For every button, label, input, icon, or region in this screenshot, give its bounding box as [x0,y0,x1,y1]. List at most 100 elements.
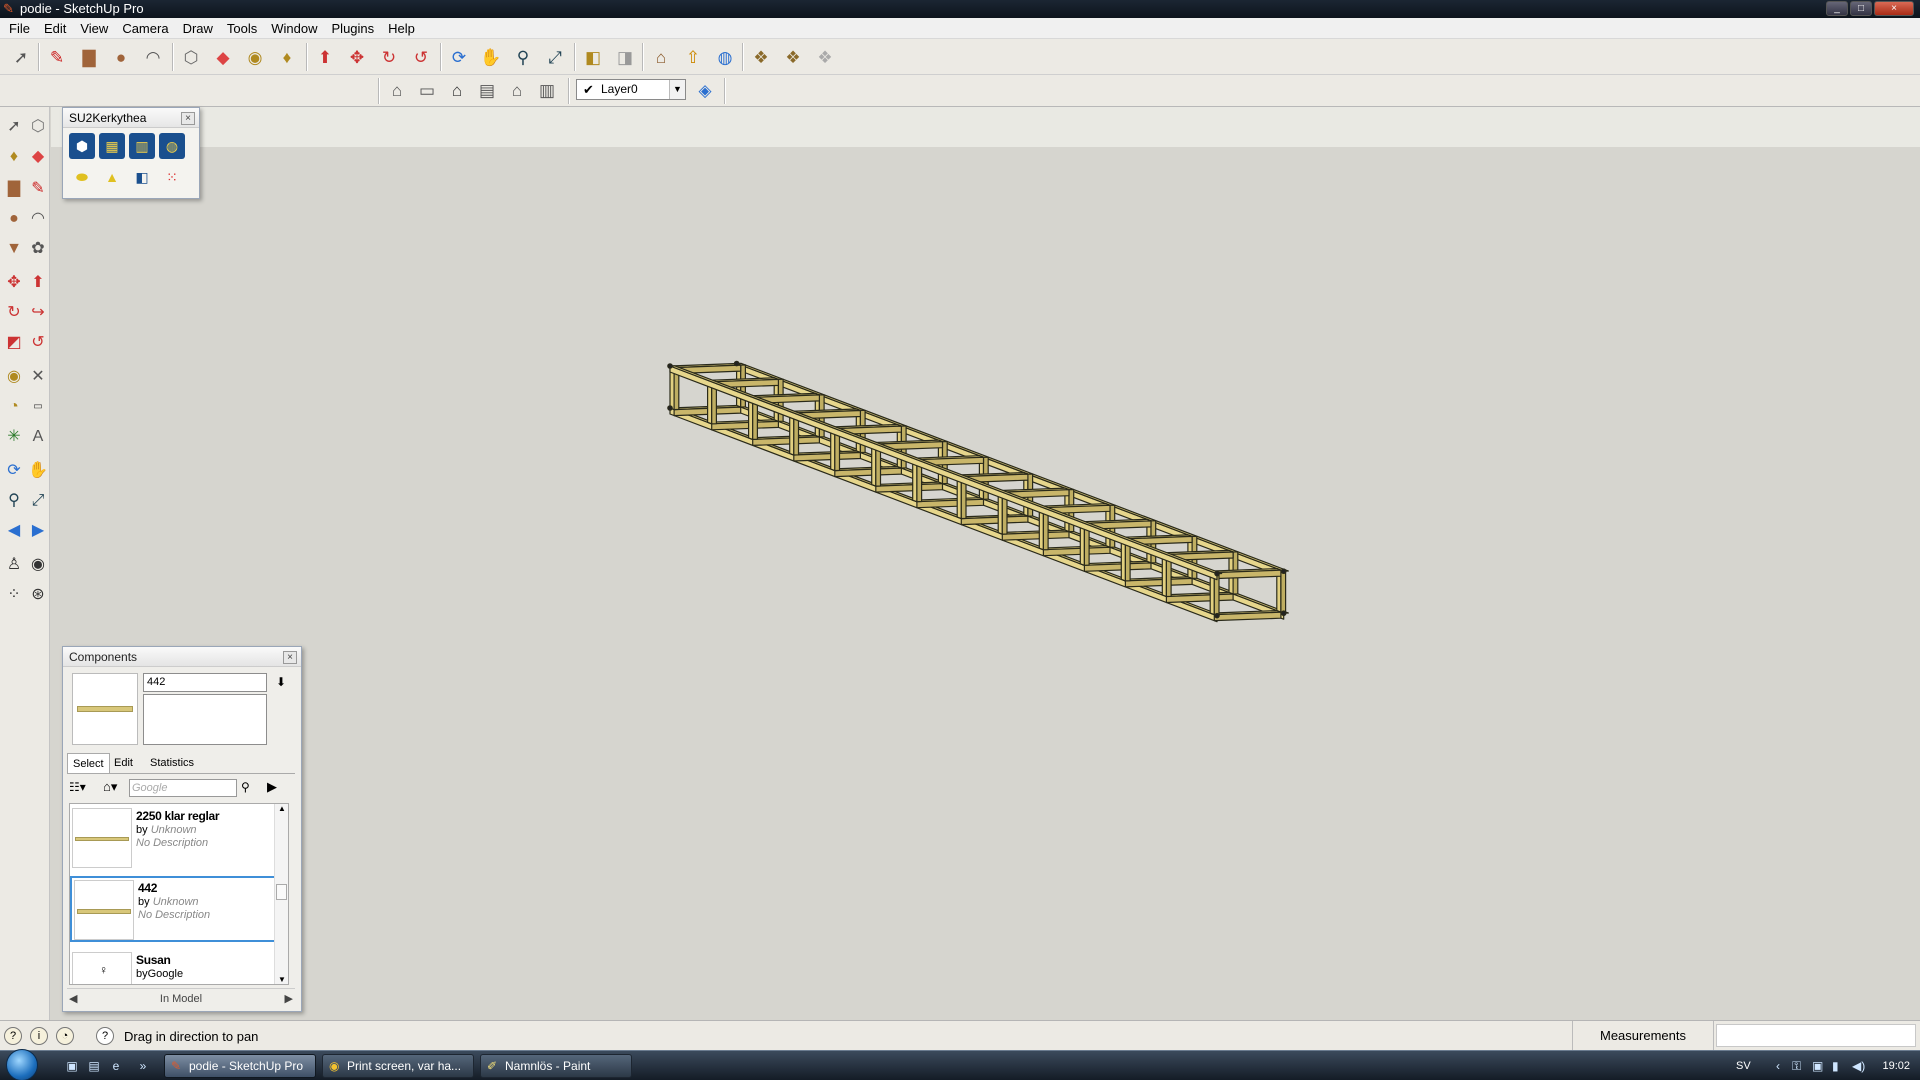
tab-edit[interactable]: Edit [109,753,138,773]
home-icon[interactable]: ⌂▾ [103,779,117,795]
component-description-field[interactable] [143,694,267,745]
menu-file[interactable]: File [2,18,37,39]
export-kerkythea-icon[interactable]: ⬢ [69,133,95,159]
model-viewport[interactable] [51,107,1920,1020]
look-around-icon[interactable]: ◉ [26,553,50,577]
settings-icon[interactable]: ◍ [159,133,185,159]
pushpull-icon[interactable]: ⬆ [26,271,50,295]
maximize-button[interactable]: □ [1850,1,1872,16]
select-icon[interactable]: ➚ [2,115,26,139]
search-input[interactable]: Google [129,779,237,797]
section-plane-icon[interactable]: ⊛ [26,583,50,607]
menu-view[interactable]: View [73,18,115,39]
offset-tool-icon[interactable]: ↺ [408,44,434,70]
measurements-input[interactable] [1716,1024,1916,1047]
internet-explorer-icon[interactable]: e [108,1059,124,1073]
zoom-extents-icon[interactable]: ⤢ [542,44,568,70]
make-component-icon[interactable]: ⬡ [178,44,204,70]
next-icon[interactable]: ▶ [285,989,293,1009]
circle-icon[interactable]: ● [2,207,26,231]
menu-edit[interactable]: Edit [37,18,73,39]
tab-select[interactable]: Select [67,753,110,773]
start-button[interactable] [6,1049,38,1080]
power-icon[interactable]: ▮ [1832,1059,1839,1073]
orbit-tool-icon[interactable]: ⟳ [446,44,472,70]
taskbar-chrome[interactable]: ◉ Print screen, var ha... [322,1054,474,1078]
line-tool-icon[interactable]: ✎ [44,44,70,70]
get-models-icon[interactable]: ⌂ [648,44,674,70]
select-tool-icon[interactable]: ➚ [8,44,34,70]
dynamic-component-icon[interactable]: ❖ [812,44,838,70]
list-scrollbar[interactable]: ▲ ▼ [274,804,288,984]
geo-location-icon[interactable]: ? [4,1027,22,1045]
eraser-icon[interactable]: ◆ [26,145,50,169]
get-components-icon[interactable]: ❖ [748,44,774,70]
arc-icon[interactable]: ◠ [26,207,50,231]
front-view-icon[interactable]: ⌂ [444,77,470,103]
top-view-icon[interactable]: ▭ [414,77,440,103]
show-desktop-icon[interactable]: ▣ [64,1059,80,1073]
app-tray-icon[interactable]: ▣ [1812,1059,1823,1073]
scroll-up-icon[interactable]: ▲ [278,804,286,813]
move-tool-icon[interactable]: ✥ [344,44,370,70]
circle-tool-icon[interactable]: ● [108,44,134,70]
taskbar-paint[interactable]: ✐ Namnlös - Paint [480,1054,632,1078]
text-tool-icon[interactable]: ▭ [26,395,50,419]
scroll-thumb[interactable] [276,884,287,900]
close-icon[interactable]: × [283,651,297,664]
zoom-tool-icon[interactable]: ⚲ [510,44,536,70]
orbit-icon[interactable]: ⟳ [2,459,26,483]
render-icon[interactable]: ▦ [99,133,125,159]
animation-icon[interactable]: ▥ [129,133,155,159]
paint-icon[interactable]: ♦ [2,145,26,169]
arc-tool-icon[interactable]: ◠ [140,44,166,70]
menu-camera[interactable]: Camera [115,18,175,39]
forward-icon[interactable]: ▶ [267,779,277,795]
rectangle-tool-icon[interactable]: ▇ [76,44,102,70]
right-view-icon[interactable]: ▤ [474,77,500,103]
zoom-window-icon[interactable]: ⤢ [26,489,50,513]
share-model-icon[interactable]: ⇧ [680,44,706,70]
chevron-down-icon[interactable]: ▼ [669,80,685,99]
next-view-icon[interactable]: ◨ [612,44,638,70]
google-earth-icon[interactable]: ◍ [712,44,738,70]
walk-icon[interactable]: ⁘ [2,583,26,607]
list-item[interactable]: 2250 klar reglar by Unknown No Descripti… [70,806,276,872]
volume-icon[interactable]: ◀) [1852,1059,1865,1073]
axes-icon[interactable]: ✳ [2,425,26,449]
menu-plugins[interactable]: Plugins [325,18,382,39]
menu-draw[interactable]: Draw [176,18,220,39]
view-options-icon[interactable]: ☷▾ [69,780,86,794]
previous-icon[interactable]: ◀ [2,519,26,543]
show-hidden-icons[interactable]: ‹ [1776,1059,1780,1073]
move-icon[interactable]: ✥ [2,271,26,295]
pan-tool-icon[interactable]: ✋ [478,44,504,70]
pan-icon[interactable]: ✋ [26,459,50,483]
color-palette-icon[interactable]: ⁙ [159,164,185,190]
zoom-icon[interactable]: ⚲ [2,489,26,513]
component-name-field[interactable]: 442 [143,673,267,692]
dimension-icon[interactable]: ✕ [26,365,50,389]
component-icon[interactable]: ⬡ [26,115,50,139]
paint-bucket-icon[interactable]: ♦ [274,44,300,70]
next-icon[interactable]: ▶ [26,519,50,543]
pencil-icon[interactable]: ✎ [26,177,50,201]
close-icon[interactable]: × [181,112,195,125]
wooden-frame-model[interactable] [51,107,1920,1020]
polygon-icon[interactable]: ▼ [2,237,26,261]
scroll-down-icon[interactable]: ▼ [278,975,286,984]
list-item[interactable]: ♀ Susan byGoogle [70,950,276,984]
menu-help[interactable]: Help [381,18,422,39]
minimize-button[interactable]: _ [1826,1,1848,16]
push-pull-icon[interactable]: ⬆ [312,44,338,70]
back-view-icon[interactable]: ⌂ [504,77,530,103]
iso-view-icon[interactable]: ⌂ [384,77,410,103]
details-arrow-icon[interactable]: ⬇ [273,673,289,691]
menu-tools[interactable]: Tools [220,18,264,39]
3d-text-icon[interactable]: A [26,425,50,449]
material-icon[interactable]: ◧ [129,164,155,190]
scale-icon[interactable]: ◩ [2,331,26,355]
rotate-tool-icon[interactable]: ↻ [376,44,402,70]
language-indicator[interactable]: SV [1736,1060,1751,1072]
list-item-selected[interactable]: 442 by Unknown No Description [70,876,276,942]
